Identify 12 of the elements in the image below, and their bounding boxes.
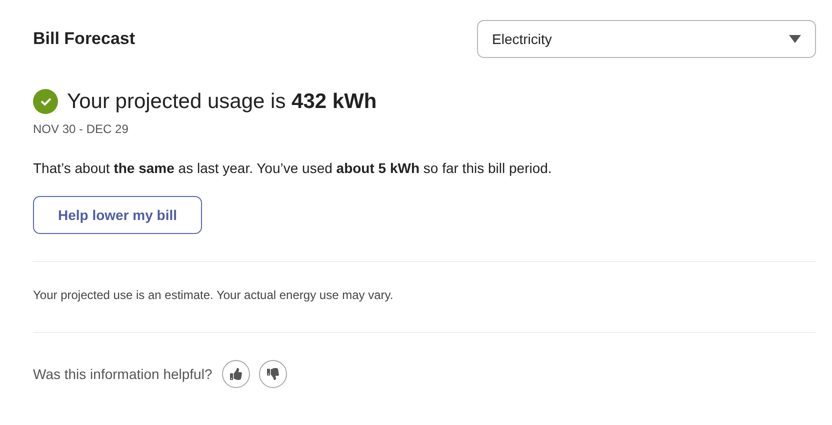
caret-icon (789, 35, 801, 43)
help-button[interactable]: Help lower my bill (33, 196, 202, 234)
card-title: Bill Forecast (33, 29, 136, 49)
thumbs-up-icon[interactable] (222, 360, 250, 388)
usage-summary: That’s about the same as last year. You’ve used about 5 kWh so far this bill period. (33, 160, 553, 176)
thumbs-down-icon[interactable] (259, 360, 288, 388)
fuel-select[interactable]: Electricity (477, 20, 816, 58)
projection-headline: Your projected usage is 432 kWh (67, 90, 377, 114)
disclaimer-text: Your projected use is an estimate. Your actual energy use may vary. (33, 288, 394, 302)
check-icon (33, 89, 58, 114)
bill-period: NOV 30 - DEC 29 (33, 122, 130, 136)
feedback-question: Was this information helpful? (33, 366, 212, 382)
